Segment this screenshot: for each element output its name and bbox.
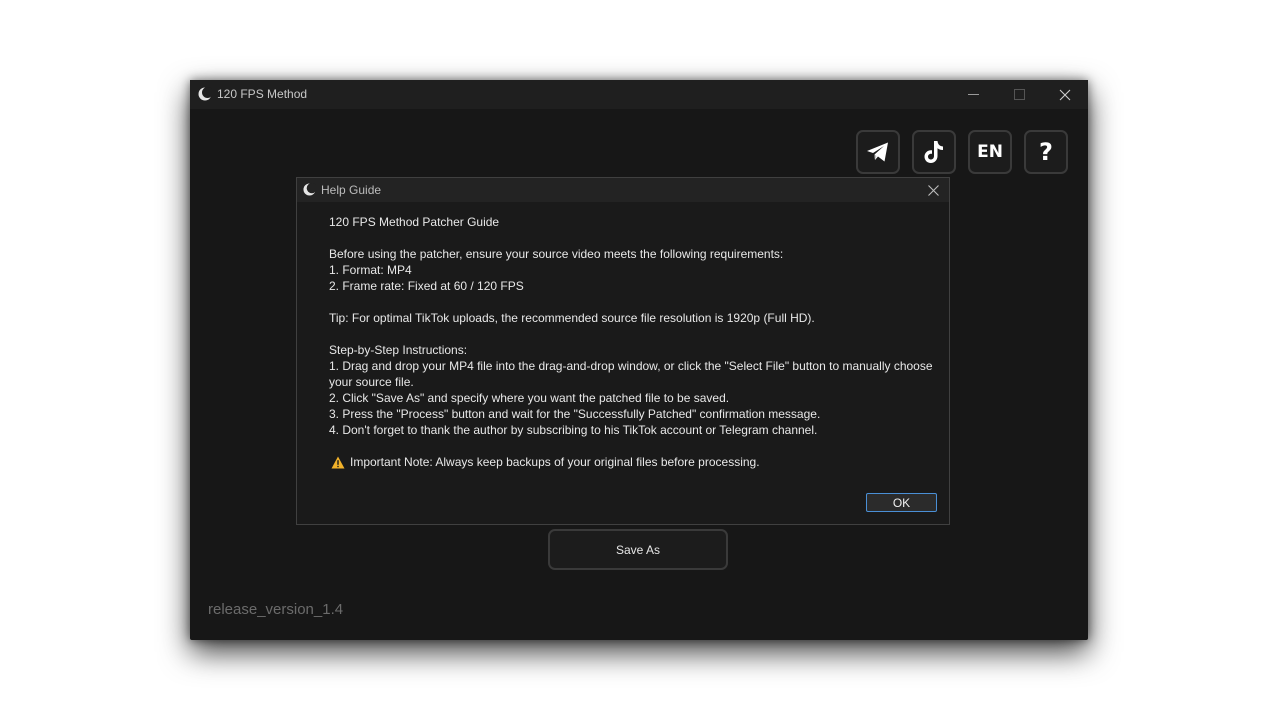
help-button[interactable]: ?: [1024, 130, 1068, 174]
close-button[interactable]: [1042, 80, 1088, 109]
guide-heading: 120 FPS Method Patcher Guide: [329, 215, 500, 229]
window-title: 120 FPS Method: [217, 87, 308, 101]
requirements-intro: Before using the patcher, ensure your so…: [329, 247, 784, 261]
telegram-icon: [867, 142, 888, 162]
close-icon: [927, 184, 939, 196]
window-titlebar[interactable]: 120 FPS Method: [190, 80, 1088, 109]
tiktok-button[interactable]: [912, 130, 956, 174]
important-note-text: Important Note: Always keep backups of y…: [350, 455, 760, 469]
telegram-button[interactable]: [856, 130, 900, 174]
step-item: 1. Drag and drop your MP4 file into the …: [329, 359, 933, 389]
version-label: release_version_1.4: [208, 601, 344, 618]
language-label: EN: [977, 142, 1003, 162]
dialog-body: 120 FPS Method Patcher Guide Before usin…: [329, 214, 939, 470]
dialog-moon-icon: [303, 183, 316, 196]
step-item: 4. Don't forget to thank the author by s…: [329, 423, 818, 437]
language-button[interactable]: EN: [968, 130, 1012, 174]
ok-button[interactable]: OK: [866, 493, 937, 512]
step-item: 2. Click "Save As" and specify where you…: [329, 391, 730, 405]
top-toolbar: EN ?: [856, 130, 1068, 174]
dialog-titlebar[interactable]: Help Guide: [297, 178, 949, 202]
dialog-title: Help Guide: [321, 183, 382, 197]
important-note: Important Note: Always keep backups of y…: [329, 454, 939, 470]
steps-heading: Step-by-Step Instructions:: [329, 343, 468, 357]
minimize-icon: [967, 94, 979, 95]
close-icon: [1059, 89, 1071, 100]
help-guide-dialog: Help Guide 120 FPS Method Patcher Guide …: [296, 177, 950, 525]
dialog-close-button[interactable]: [921, 178, 945, 202]
maximize-button[interactable]: [996, 80, 1042, 109]
requirement-item: 2. Frame rate: Fixed at 60 / 120 FPS: [329, 279, 524, 293]
step-item: 3. Press the "Process" button and wait f…: [329, 407, 821, 421]
tip-text: Tip: For optimal TikTok uploads, the rec…: [329, 311, 815, 325]
help-icon: ?: [1039, 138, 1053, 166]
save-as-button[interactable]: Save As: [548, 529, 728, 570]
tiktok-icon: [924, 141, 943, 163]
minimize-button[interactable]: [950, 80, 996, 109]
maximize-icon: [1013, 89, 1025, 100]
app-moon-icon: [198, 87, 212, 101]
warning-icon: [331, 456, 345, 468]
requirement-item: 1. Format: MP4: [329, 263, 412, 277]
